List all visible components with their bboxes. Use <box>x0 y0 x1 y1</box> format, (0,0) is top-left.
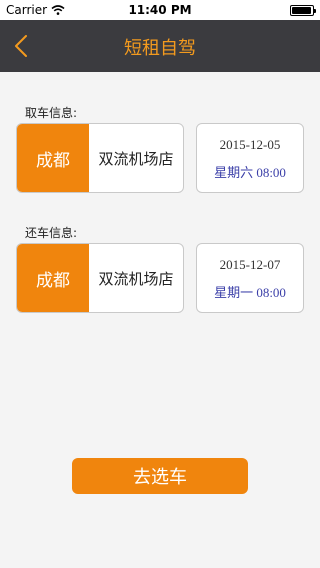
battery-icon <box>290 5 316 16</box>
pickup-date: 2015-12-05 <box>219 137 281 152</box>
page-title: 短租自驾 <box>124 38 196 59</box>
pickup-store[interactable]: 双流机场店 <box>89 124 183 192</box>
return-store[interactable]: 双流机场店 <box>89 244 183 312</box>
navigation-bar: 短租自驾 <box>0 20 320 72</box>
return-date: 2015-12-07 <box>219 257 281 272</box>
return-location-selector[interactable]: 成都 双流机场店 <box>16 243 184 313</box>
pickup-city[interactable]: 成都 <box>17 124 89 192</box>
pickup-location-selector[interactable]: 成都 双流机场店 <box>16 123 184 193</box>
return-section-label: 还车信息: <box>25 226 78 240</box>
status-bar: Carrier 11:40 PM <box>0 0 320 20</box>
status-time: 11:40 PM <box>128 3 192 17</box>
return-datetime-selector[interactable]: 2015-12-07 星期一 08:00 <box>196 243 304 313</box>
return-city[interactable]: 成都 <box>17 244 89 312</box>
return-weekday-time: 星期一 08:00 <box>214 285 286 300</box>
pickup-section-label: 取车信息: <box>25 106 78 120</box>
pickup-weekday-time: 星期六 08:00 <box>214 165 286 180</box>
choose-car-button[interactable]: 去选车 <box>72 458 248 494</box>
pickup-datetime-selector[interactable]: 2015-12-05 星期六 08:00 <box>196 123 304 193</box>
